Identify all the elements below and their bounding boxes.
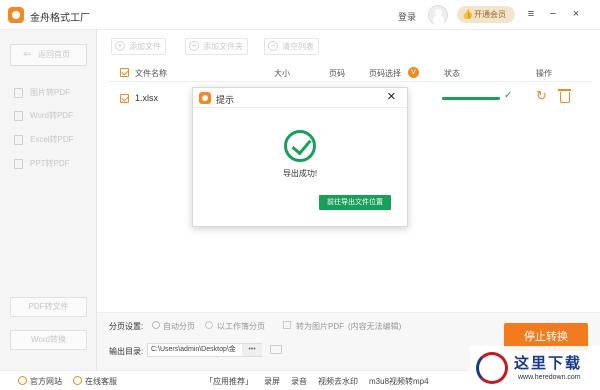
to-image-pdf-note: (内容无法编辑) xyxy=(348,322,402,331)
close-button[interactable]: × xyxy=(569,7,583,21)
pagination-label: 分页设置: xyxy=(109,322,144,331)
trash-icon[interactable] xyxy=(558,89,571,103)
progress-bar xyxy=(442,97,500,100)
remove-watermark-link[interactable]: 视频去水印 xyxy=(318,376,358,387)
sidebar-item-label: Excel转PDF xyxy=(30,135,74,144)
sidebar-item-label: 图片转PDF xyxy=(30,88,70,97)
watermark: 这里下载 www.heredown.com xyxy=(470,346,600,390)
column-size: 大小 xyxy=(274,69,290,78)
service-link[interactable]: 在线客服 xyxy=(85,376,117,387)
column-page-select: 页码选择 xyxy=(369,69,401,78)
login-link[interactable]: 登录 xyxy=(398,10,416,23)
pdf-to-file-button[interactable]: PDF转文件 xyxy=(10,297,87,317)
sidebar-item-excel-to-pdf[interactable]: Excel转PDF xyxy=(12,133,74,147)
file-name: 1.xlsx xyxy=(135,93,159,103)
progress-fill xyxy=(442,97,500,100)
website-icon xyxy=(18,376,27,385)
avatar[interactable] xyxy=(428,5,448,25)
folder-plus-icon: + xyxy=(189,41,199,51)
ppt-icon xyxy=(14,159,23,169)
column-status: 状态 xyxy=(444,69,460,78)
excel-icon xyxy=(14,135,23,145)
watermark-url: www.heredown.com xyxy=(518,374,581,381)
to-image-pdf-label: 转为图片PDF xyxy=(296,322,344,331)
audio-record-link[interactable]: 录音 xyxy=(291,376,307,387)
sidebar-item-label: Word转PDF xyxy=(30,111,73,120)
clear-icon: − xyxy=(268,41,278,51)
back-arrow-icon: ⇐ xyxy=(23,49,32,60)
sidebar-item-ppt-to-pdf[interactable]: PPT转PDF xyxy=(12,157,70,171)
word-convert-button[interactable]: Word转换 xyxy=(10,330,87,350)
title-bar: 金舟格式工厂 登录 👍 开通会员 ≡ − × xyxy=(0,0,600,30)
output-label: 输出目录: xyxy=(109,347,144,356)
headset-icon xyxy=(73,376,82,385)
watermark-title: 这里下载 xyxy=(514,354,583,372)
row-checkbox[interactable] xyxy=(120,94,129,103)
add-file-button[interactable]: + 添加文件 xyxy=(111,38,166,55)
add-file-label: 添加文件 xyxy=(129,42,161,51)
clear-list-label: 清空列表 xyxy=(282,42,314,51)
add-folder-button[interactable]: + 添加文件夹 xyxy=(185,38,248,55)
app-title: 金舟格式工厂 xyxy=(30,13,90,24)
column-actions: 操作 xyxy=(536,69,552,78)
success-dialog: 提示 × 导出成功! 前往导出文件位置 xyxy=(192,87,408,227)
sheet-paging-radio[interactable] xyxy=(205,321,213,329)
table-header: 文件名称 大小 页码 页码选择 V 状态 操作 xyxy=(108,64,592,82)
dialog-close-icon[interactable]: × xyxy=(387,89,396,105)
sidebar-item-image-to-pdf[interactable]: 图片转PDF xyxy=(12,86,70,100)
minimize-button[interactable]: − xyxy=(546,7,560,21)
column-pages: 页码 xyxy=(329,69,345,78)
website-link[interactable]: 官方网站 xyxy=(30,376,62,387)
back-home-button[interactable]: ⇐ 返回首页 xyxy=(10,44,87,66)
watermark-logo-icon xyxy=(476,352,508,384)
sidebar: ⇐ 返回首页 图片转PDF Word转PDF Excel转PDF PPT转PDF… xyxy=(0,30,97,370)
add-folder-label: 添加文件夹 xyxy=(203,42,243,51)
auto-paging-radio[interactable] xyxy=(152,321,160,329)
dialog-message: 导出成功! xyxy=(282,169,318,178)
sheet-paging-label: 以工作簿分页 xyxy=(217,322,265,331)
thumb-up-icon: 👍 xyxy=(462,9,474,19)
plus-icon: + xyxy=(115,41,125,51)
screen-record-link[interactable]: 录屏 xyxy=(264,376,280,387)
page-select-badge[interactable]: V xyxy=(408,67,419,78)
success-check-icon xyxy=(284,130,316,162)
back-home-label: 返回首页 xyxy=(38,50,70,59)
select-all-checkbox[interactable] xyxy=(120,68,129,77)
dialog-title: 提示 xyxy=(216,95,235,105)
to-image-pdf-checkbox[interactable] xyxy=(283,321,291,329)
m3u8-link[interactable]: m3u8视频转mp4 xyxy=(369,376,429,387)
sidebar-item-word-to-pdf[interactable]: Word转PDF xyxy=(12,109,73,123)
dialog-header: 提示 × xyxy=(193,88,407,108)
recommend-link[interactable]: 「应用推荐」 xyxy=(205,376,253,387)
image-icon xyxy=(14,88,23,98)
vip-button[interactable]: 👍 开通会员 xyxy=(457,6,515,23)
clear-list-button[interactable]: − 清空列表 xyxy=(264,38,319,55)
vip-label: 开通会员 xyxy=(474,10,506,19)
folder-icon[interactable] xyxy=(270,345,282,354)
menu-icon[interactable]: ≡ xyxy=(524,7,538,21)
done-check-icon: ✓ xyxy=(504,90,513,101)
word-icon xyxy=(14,111,23,121)
column-file-name: 文件名称 xyxy=(135,69,167,78)
open-output-location-button[interactable]: 前往导出文件位置 xyxy=(319,195,391,210)
sidebar-item-label: PPT转PDF xyxy=(30,159,70,168)
auto-paging-label: 自动分页 xyxy=(163,322,195,331)
app-logo-icon xyxy=(8,7,24,23)
browse-button[interactable]: ••• xyxy=(242,344,262,356)
refresh-icon[interactable]: ↻ xyxy=(536,89,547,103)
dialog-logo-icon xyxy=(199,92,211,104)
